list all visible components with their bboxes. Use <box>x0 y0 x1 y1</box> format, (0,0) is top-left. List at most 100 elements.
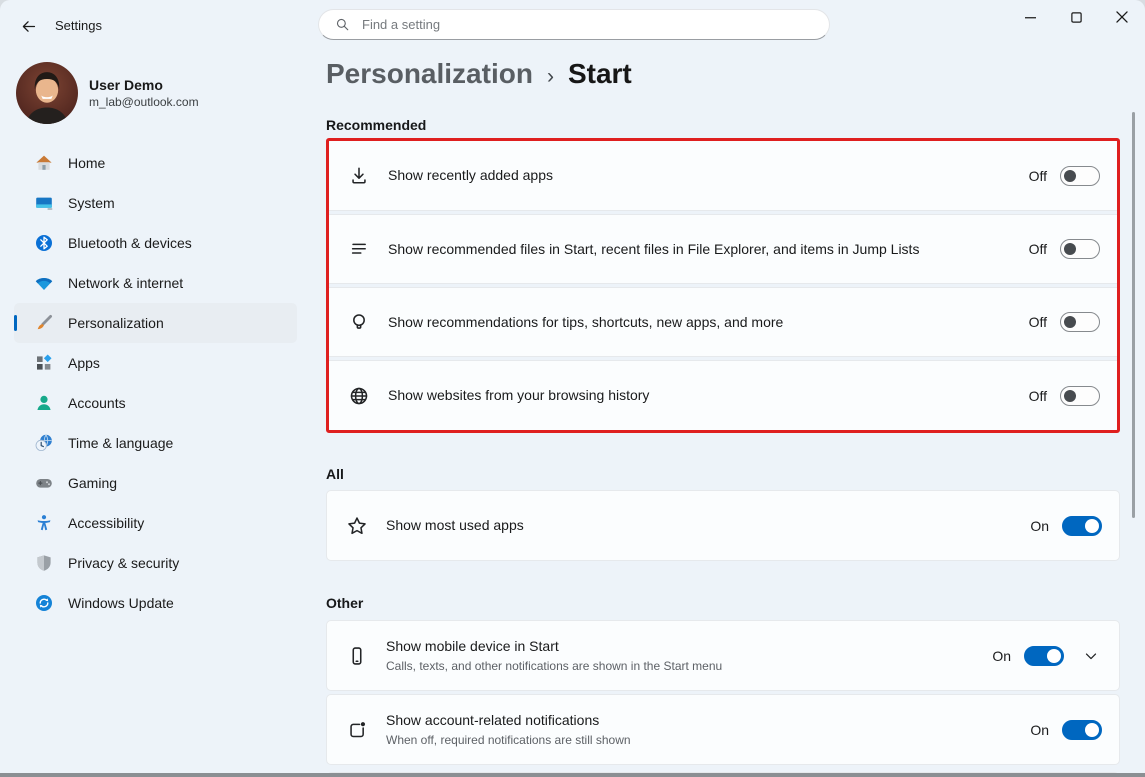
toggle-state-label: Off <box>1029 388 1047 404</box>
user-profile[interactable]: User Demo m_lab@outlook.com <box>16 62 296 124</box>
toggle-switch[interactable] <box>1060 312 1100 332</box>
toggle-knob <box>1047 649 1061 663</box>
setting-text: Show mobile device in Start Calls, texts,… <box>386 637 992 674</box>
sidebar-item-home[interactable]: Home <box>14 143 297 183</box>
app-title: Settings <box>55 18 102 33</box>
setting-label: Show websites from your browsing history <box>388 386 1029 405</box>
system-icon <box>34 193 54 213</box>
back-button[interactable] <box>14 13 42 39</box>
toggle-knob <box>1064 390 1076 402</box>
toggle-switch[interactable] <box>1062 720 1102 740</box>
setting-text: Show recommendations for tips, shortcuts… <box>388 313 1029 332</box>
time-language-icon <box>34 433 54 453</box>
avatar <box>16 62 78 124</box>
toggle-knob <box>1064 170 1076 182</box>
setting-text: Show websites from your browsing history <box>388 386 1029 405</box>
section-title-recommended: Recommended <box>326 116 1120 134</box>
sidebar-item-privacy-security[interactable]: Privacy & security <box>14 543 297 583</box>
highlighted-settings-group: Show recently added appsOffShow recommen… <box>326 138 1120 433</box>
user-email: m_lab@outlook.com <box>89 94 199 110</box>
gaming-icon <box>34 473 54 493</box>
toggle-state-label: Off <box>1029 168 1047 184</box>
sidebar-item-bluetooth-devices[interactable]: Bluetooth & devices <box>14 223 297 263</box>
mobile-device-icon <box>346 645 368 667</box>
accessibility-icon <box>34 513 54 533</box>
section-title-other: Other <box>326 594 1120 612</box>
setting-row-show-mobile-device-in[interactable]: Show mobile device in Start Calls, texts,… <box>326 620 1120 691</box>
toggle-state-label: Off <box>1029 314 1047 330</box>
toggle-state-label: On <box>992 648 1011 664</box>
setting-row-show-account-related-notifications[interactable]: Show account-related notifications When o… <box>326 694 1120 765</box>
home-icon <box>34 153 54 173</box>
setting-row-show-recommended-files-in[interactable]: Show recommended files in Start, recent … <box>329 214 1117 284</box>
sidebar-item-accessibility[interactable]: Accessibility <box>14 503 297 543</box>
setting-sublabel: When off, required notifications are sti… <box>386 732 1030 748</box>
settings-group: Show most used appsOn <box>326 490 1120 561</box>
sidebar-item-label: System <box>68 195 115 211</box>
windows-update-icon <box>34 593 54 613</box>
setting-label: Show recently added apps <box>388 166 1029 185</box>
sidebar-item-network-internet[interactable]: Network & internet <box>14 263 297 303</box>
sidebar-item-system[interactable]: System <box>14 183 297 223</box>
apps-icon <box>34 353 54 373</box>
globe-icon <box>348 385 370 407</box>
window-bottom-edge <box>0 773 1145 777</box>
setting-text: Show recommended files in Start, recent … <box>388 240 1029 259</box>
recommended-files-icon <box>348 238 370 260</box>
toggle-knob <box>1064 243 1076 255</box>
toggle-knob <box>1085 723 1099 737</box>
sidebar-item-label: Apps <box>68 355 100 371</box>
star-icon <box>346 515 368 537</box>
sidebar-item-label: Accounts <box>68 395 126 411</box>
sidebar-item-gaming[interactable]: Gaming <box>14 463 297 503</box>
breadcrumb-parent[interactable]: Personalization <box>326 56 533 92</box>
toggle-switch[interactable] <box>1024 646 1064 666</box>
setting-label: Show recommendations for tips, shortcuts… <box>388 313 1029 332</box>
toggle-switch[interactable] <box>1062 516 1102 536</box>
toggle-state-label: Off <box>1029 241 1047 257</box>
sidebar-item-apps[interactable]: Apps <box>14 343 297 383</box>
selected-indicator <box>14 315 17 331</box>
sidebar-item-windows-update[interactable]: Windows Update <box>14 583 297 623</box>
sidebar-nav: Home System Bluetooth & devices Network & i… <box>14 143 297 623</box>
vertical-scrollbar[interactable] <box>1132 112 1135 518</box>
setting-label: Show account-related notifications <box>386 711 1030 730</box>
settings-group: Show mobile device in Start Calls, texts,… <box>326 620 1120 765</box>
setting-text: Show recently added apps <box>388 166 1029 185</box>
toggle-switch[interactable] <box>1060 166 1100 186</box>
setting-label: Show recommended files in Start, recent … <box>388 240 1029 259</box>
back-arrow-icon <box>20 18 37 35</box>
sidebar-item-label: Bluetooth & devices <box>68 235 192 251</box>
setting-label: Show most used apps <box>386 516 1030 535</box>
sidebar-item-label: Network & internet <box>68 275 183 291</box>
toggle-state-label: On <box>1030 722 1049 738</box>
setting-sublabel: Calls, texts, and other notifications ar… <box>386 658 992 674</box>
personalization-icon <box>34 313 54 333</box>
privacy-icon <box>34 553 54 573</box>
sidebar-item-label: Accessibility <box>68 515 144 531</box>
sidebar-item-label: Time & language <box>68 435 173 451</box>
sidebar-item-personalization[interactable]: Personalization <box>14 303 297 343</box>
sidebar-item-label: Personalization <box>68 315 164 331</box>
toggle-switch[interactable] <box>1060 386 1100 406</box>
main-content: Personalization › Start Recommended Show … <box>326 0 1120 777</box>
toggle-knob <box>1085 519 1099 533</box>
setting-label: Show mobile device in Start <box>386 637 992 656</box>
setting-row-show-most-used-apps[interactable]: Show most used appsOn <box>326 490 1120 561</box>
settings-window: Settings <box>0 0 1145 777</box>
sidebar-item-accounts[interactable]: Accounts <box>14 383 297 423</box>
accounts-icon <box>34 393 54 413</box>
setting-row-show-websites-from-your[interactable]: Show websites from your browsing history… <box>329 360 1117 430</box>
breadcrumb-separator-icon: › <box>547 59 554 95</box>
sidebar-item-label: Privacy & security <box>68 555 179 571</box>
setting-text: Show account-related notifications When o… <box>386 711 1030 748</box>
toggle-switch[interactable] <box>1060 239 1100 259</box>
setting-text: Show most used apps <box>386 516 1030 535</box>
setting-row-show-recently-added-apps[interactable]: Show recently added appsOff <box>329 141 1117 211</box>
page-title: Start <box>568 56 632 92</box>
chevron-down-icon[interactable] <box>1082 647 1100 665</box>
sidebar-item-time-language[interactable]: Time & language <box>14 423 297 463</box>
setting-row-show-recommendations-for-tips[interactable]: Show recommendations for tips, shortcuts… <box>329 287 1117 357</box>
toggle-state-label: On <box>1030 518 1049 534</box>
bluetooth-icon <box>34 233 54 253</box>
